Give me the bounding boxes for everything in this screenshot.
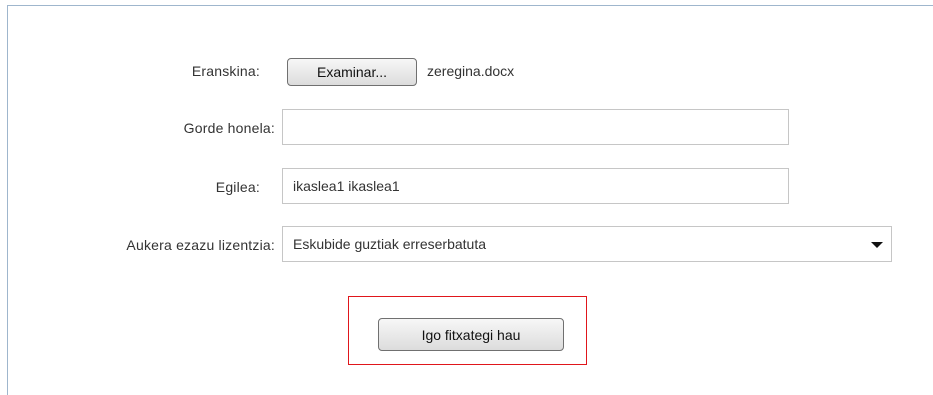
selected-file-name: zeregina.docx — [427, 63, 515, 79]
license-selected-value: Eskubide guztiak erreserbatuta — [293, 236, 486, 252]
license-label: Aukera ezazu lizentzia: — [126, 237, 275, 253]
chevron-down-icon[interactable] — [871, 242, 883, 248]
author-input[interactable] — [282, 168, 789, 204]
browse-button[interactable]: Examinar... — [287, 58, 417, 86]
upload-file-button[interactable]: Igo fitxategi hau — [378, 318, 564, 351]
license-select[interactable]: Eskubide guztiak erreserbatuta — [282, 226, 892, 262]
attachment-label: Eranskina: — [191, 63, 260, 79]
save-as-input[interactable] — [282, 109, 789, 145]
author-label: Egilea: — [215, 179, 260, 195]
save-as-label: Gorde honela: — [183, 120, 275, 136]
